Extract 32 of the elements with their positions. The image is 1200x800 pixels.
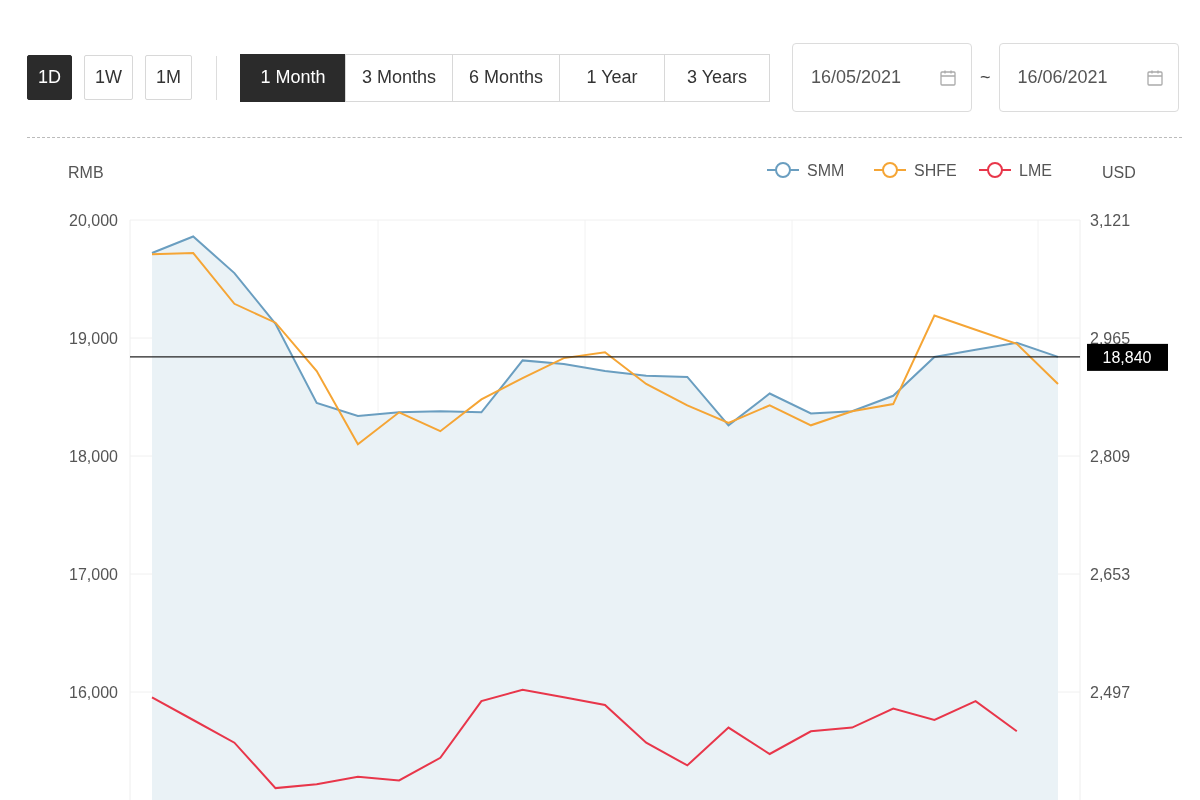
axis-tick-label: 17,000 bbox=[69, 566, 118, 583]
period-tab[interactable]: 3 Months bbox=[345, 53, 454, 102]
interval-button[interactable]: 1D bbox=[27, 55, 72, 100]
period-tab[interactable]: 3 Years bbox=[664, 53, 771, 102]
calendar-icon bbox=[939, 68, 958, 87]
axis-label: USD bbox=[1102, 164, 1136, 181]
axis-tick-label: 18,000 bbox=[69, 448, 118, 465]
interval-button[interactable]: 1W bbox=[84, 55, 133, 100]
interval-button[interactable]: 1M bbox=[145, 55, 193, 100]
end-date-field[interactable]: 16/06/2021 bbox=[998, 43, 1179, 112]
axis-tick-label: 19,000 bbox=[69, 330, 118, 347]
legend-item[interactable]: SHFE bbox=[873, 162, 957, 179]
period-tab[interactable]: 1 Month bbox=[240, 53, 347, 102]
axis-tick-label: 3,121 bbox=[1090, 212, 1131, 229]
calendar-icon bbox=[1145, 68, 1164, 87]
axis-tick-label: 2,653 bbox=[1090, 566, 1131, 583]
axis-tick-label: 16,000 bbox=[69, 684, 118, 701]
legend-label: LME bbox=[1019, 162, 1052, 179]
range-separator: ~ bbox=[980, 67, 991, 88]
ref-line-label: 18,840 bbox=[1102, 348, 1152, 366]
axis-label: RMB bbox=[68, 164, 104, 181]
start-date-field[interactable]: 16/05/2021 bbox=[792, 43, 973, 112]
axis-tick-label: 2,497 bbox=[1090, 684, 1131, 701]
value-tag: 18,840 bbox=[1087, 343, 1168, 371]
legend-label: SMM bbox=[807, 162, 845, 179]
legend-item[interactable]: SMM bbox=[766, 162, 845, 179]
period-tab[interactable]: 1 Year bbox=[559, 53, 666, 102]
legend-label: SHFE bbox=[914, 162, 957, 179]
axis-tick-label: 2,809 bbox=[1090, 448, 1131, 465]
axis-tick-label: 20,000 bbox=[69, 212, 118, 229]
legend-item[interactable]: LME bbox=[978, 162, 1052, 179]
period-tab[interactable]: 6 Months bbox=[452, 53, 561, 102]
